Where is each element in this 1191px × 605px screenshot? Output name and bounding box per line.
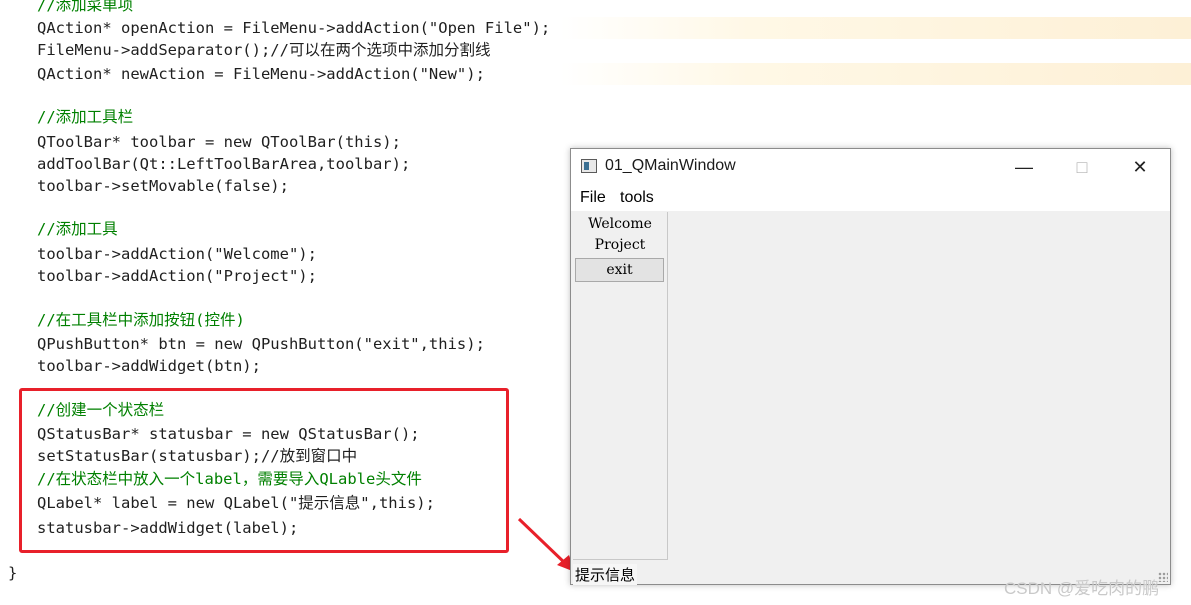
code-line: //添加菜单项 [37,0,134,14]
exit-button[interactable]: exit [575,258,664,282]
code-line: FileMenu->addSeparator();//可以在两个选项中添加分割线 [37,41,491,59]
closing-brace: } [8,564,18,582]
resize-grip-icon[interactable] [1158,572,1168,582]
line-highlight [560,63,1191,85]
maximize-button[interactable]: □ [1053,149,1111,185]
title-bar[interactable]: 01_QMainWindow — □ ✕ [571,149,1170,185]
minimize-button[interactable]: — [995,149,1053,185]
central-area [669,212,1169,562]
app-icon [581,159,597,173]
menu-bar: File tools [571,185,1170,211]
code-line: QPushButton* btn = new QPushButton("exit… [37,335,485,353]
code-line: //在工具栏中添加按钮(控件) [37,311,245,329]
code-line: //添加工具栏 [37,108,134,126]
highlight-box [19,388,509,553]
code-line: toolbar->addAction("Welcome"); [37,245,317,263]
code-line: toolbar->addAction("Project"); [37,267,317,285]
code-line: //添加工具 [37,220,118,238]
watermark: CSDN @爱吃肉的鹏 [1004,579,1160,598]
minimize-icon: — [1015,156,1033,177]
code-line: QToolBar* toolbar = new QToolBar(this); [37,133,401,151]
code-line: addToolBar(Qt::LeftToolBarArea,toolbar); [37,155,411,173]
code-line: toolbar->addWidget(btn); [37,357,261,375]
maximize-icon: □ [1076,156,1088,177]
menu-file[interactable]: File [580,189,606,207]
line-highlight [560,17,1191,39]
toolbar-action-project[interactable]: Project [573,237,667,253]
close-button[interactable]: ✕ [1111,149,1169,185]
code-line: toolbar->setMovable(false); [37,177,289,195]
toolbar-action-welcome[interactable]: Welcome [573,216,667,232]
qt-main-window[interactable]: 01_QMainWindow — □ ✕ File tools Welcome … [570,148,1171,585]
status-label: 提示信息 [573,564,638,585]
menu-tools[interactable]: tools [620,189,654,207]
close-icon: ✕ [1132,156,1148,177]
code-line: QAction* newAction = FileMenu->addAction… [37,65,485,83]
window-title: 01_QMainWindow [605,157,736,174]
left-toolbar: Welcome Project exit [573,212,668,560]
code-line: QAction* openAction = FileMenu->addActio… [37,19,551,37]
